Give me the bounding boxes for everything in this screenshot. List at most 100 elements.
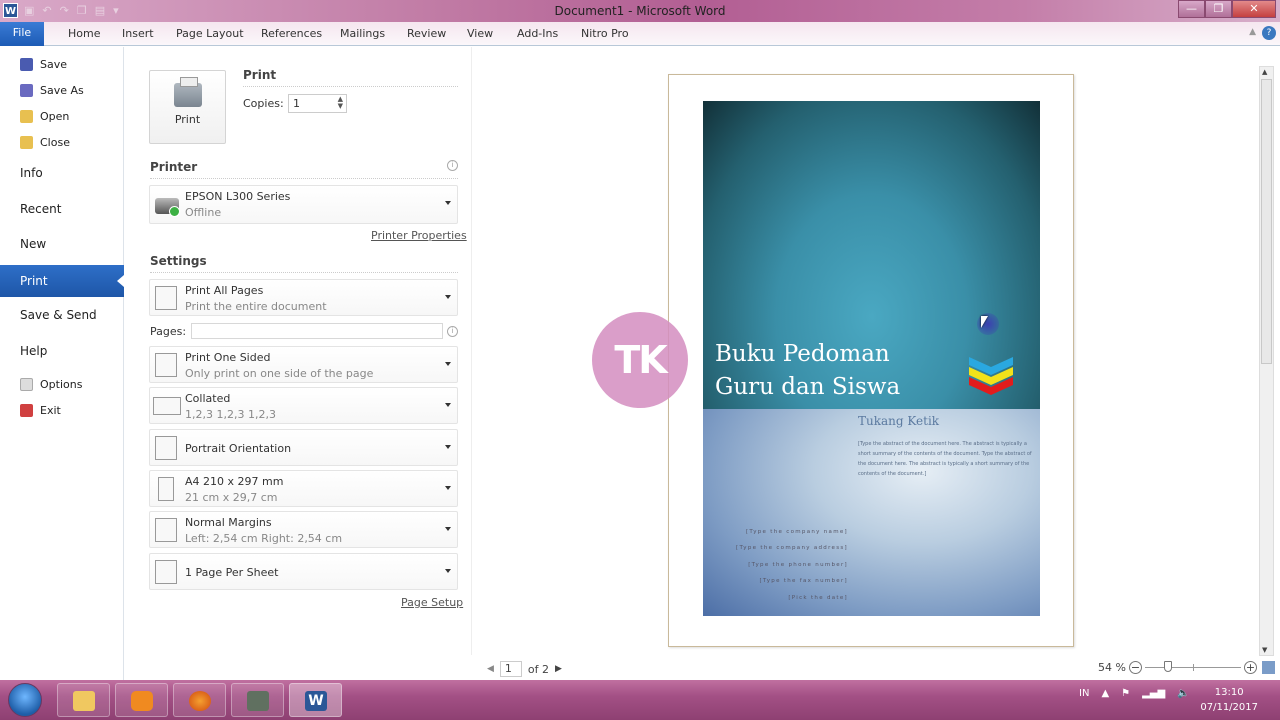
pages-input[interactable] [191,323,443,339]
scroll-thumb[interactable] [1261,79,1272,364]
sidebar-item-recent[interactable]: Recent [20,202,61,216]
printer-properties-link[interactable]: Printer Properties [371,229,467,242]
chevron-down-icon [445,569,451,573]
info-icon[interactable]: i [447,326,458,337]
chevron-down-icon [445,445,451,449]
taskbar-file-explorer[interactable] [57,683,110,717]
save-icon [20,57,33,71]
copies-label: Copies: [243,97,284,110]
page-per-sheet-icon [155,560,177,584]
firefox-icon [189,691,211,711]
copies-spinner[interactable]: ▲ ▼ [338,96,343,110]
preview-status-bar: ◀ 1 of 2 ▶ 54 % − + [471,656,1280,680]
collated-icon [153,397,181,415]
pages-stack-icon [155,286,177,310]
scroll-down-icon[interactable]: ▼ [1262,646,1267,654]
printer-icon [173,77,202,107]
phone-number: [Type the phone number] [748,562,848,568]
taskbar-firefox[interactable] [173,683,226,717]
folder-icon [73,691,95,711]
open-folder-icon [20,109,33,123]
title-bar: W ▣ ↶ ↷ ❐ ▤ ▾ Document1 - Microsoft Word… [0,0,1280,22]
copies-input[interactable]: 1 ▲ ▼ [288,94,347,113]
window-title: Document1 - Microsoft Word [554,4,726,18]
pages-per-sheet-dropdown[interactable]: 1 Page Per Sheet [149,553,458,590]
sidebar-item-close[interactable]: Close [0,132,124,152]
sidebar-item-new[interactable]: New [20,237,46,251]
tab-review[interactable]: Review [407,27,446,40]
margins-icon [155,518,177,542]
zoom-slider-thumb[interactable] [1164,661,1173,672]
show-hidden-icons-icon[interactable]: ▲ [1101,688,1109,699]
zoom-slider[interactable] [1144,661,1241,672]
paper-size-dropdown[interactable]: A4 210 x 297 mm 21 cm x 29,7 cm [149,470,458,507]
current-page-input[interactable]: 1 [499,661,522,677]
tab-insert[interactable]: Insert [122,27,154,40]
tab-nitro-pro[interactable]: Nitro Pro [581,27,629,40]
divider [150,178,458,179]
cover-header: Buku Pedoman Guru dan Siswa [703,101,1040,409]
volume-icon[interactable]: 🔈 [1177,688,1189,699]
fax-number: [Type the fax number] [759,578,848,584]
ribbon-tabs: File Home Insert Page Layout References … [0,22,1280,46]
taskbar-media-player[interactable] [115,683,168,717]
help-icon[interactable]: ? [1262,26,1276,40]
preview-page: Buku Pedoman Guru dan Siswa Tukang Ketik… [668,74,1074,647]
taskbar-app[interactable] [231,683,284,717]
page-setup-link[interactable]: Page Setup [401,596,463,609]
backstage-sidebar: Save Save As Open Close Info Recent New … [0,47,124,680]
collation-dropdown[interactable]: Collated 1,2,3 1,2,3 1,2,3 [149,387,458,424]
sidebar-item-help[interactable]: Help [20,344,47,358]
sidebar-item-save-send[interactable]: Save & Send [20,308,97,322]
chevron-down-icon [445,403,451,407]
zoom-out-icon[interactable]: − [1128,661,1142,674]
margins-dropdown[interactable]: Normal Margins Left: 2,54 cm Right: 2,54… [149,511,458,548]
print-button[interactable]: Print [149,70,226,144]
word-icon: W [305,691,327,711]
zoom-in-icon[interactable]: + [1243,661,1257,674]
tab-mailings[interactable]: Mailings [340,27,385,40]
portrait-icon [155,436,177,460]
printer-dropdown[interactable]: EPSON L300 Series Offline [149,185,458,224]
print-preview: Buku Pedoman Guru dan Siswa Tukang Ketik… [471,47,1258,655]
orientation-dropdown[interactable]: Portrait Orientation [149,429,458,466]
sidebar-item-open[interactable]: Open [0,106,124,126]
restore-button[interactable]: ❐ [1205,0,1232,18]
info-icon[interactable]: i [447,160,458,171]
sidebar-item-save-as[interactable]: Save As [0,80,124,100]
pages-label: Pages: [150,325,187,338]
chevron-down-icon [445,295,451,299]
tab-references[interactable]: References [261,27,322,40]
next-page-icon[interactable]: ▶ [555,664,562,674]
scroll-up-icon[interactable]: ▲ [1262,68,1267,76]
zoom-level[interactable]: 54 % [1098,661,1126,674]
chevron-down-icon [445,201,451,205]
network-signal-icon[interactable]: ▂▄▆ [1142,688,1165,699]
print-range-dropdown[interactable]: Print All Pages Print the entire documen… [149,279,458,316]
sidebar-item-print[interactable]: Print [0,265,124,297]
media-player-icon [131,691,153,711]
tab-view[interactable]: View [467,27,493,40]
tab-home[interactable]: Home [68,27,100,40]
sidebar-item-exit[interactable]: Exit [0,400,124,420]
previous-page-icon[interactable]: ◀ [487,664,494,674]
sidebar-item-save[interactable]: Save [0,54,124,74]
tab-file[interactable]: File [0,22,44,46]
minimize-ribbon-icon[interactable]: ▲ [1249,27,1256,37]
clock[interactable]: 13:10 07/11/2017 [1200,685,1258,715]
sidebar-item-info[interactable]: Info [20,166,43,180]
vertical-scrollbar[interactable]: ▲ ▼ [1259,66,1274,656]
sides-dropdown[interactable]: Print One Sided Only print on one side o… [149,346,458,383]
zoom-to-page-icon[interactable] [1261,661,1275,674]
language-indicator[interactable]: IN [1079,688,1089,699]
taskbar-word[interactable]: W [289,683,342,717]
minimize-button[interactable]: — [1178,0,1205,18]
tab-add-ins[interactable]: Add-Ins [517,27,558,40]
close-button[interactable]: ✕ [1232,0,1276,18]
cover-body: Tukang Ketik [Type the abstract of the d… [703,409,1040,616]
date-field: [Pick the date] [788,595,848,601]
sidebar-item-options[interactable]: Options [0,374,124,394]
action-center-flag-icon[interactable]: ⚑ [1121,688,1130,699]
tab-page-layout[interactable]: Page Layout [176,27,244,40]
start-button[interactable] [8,683,42,717]
